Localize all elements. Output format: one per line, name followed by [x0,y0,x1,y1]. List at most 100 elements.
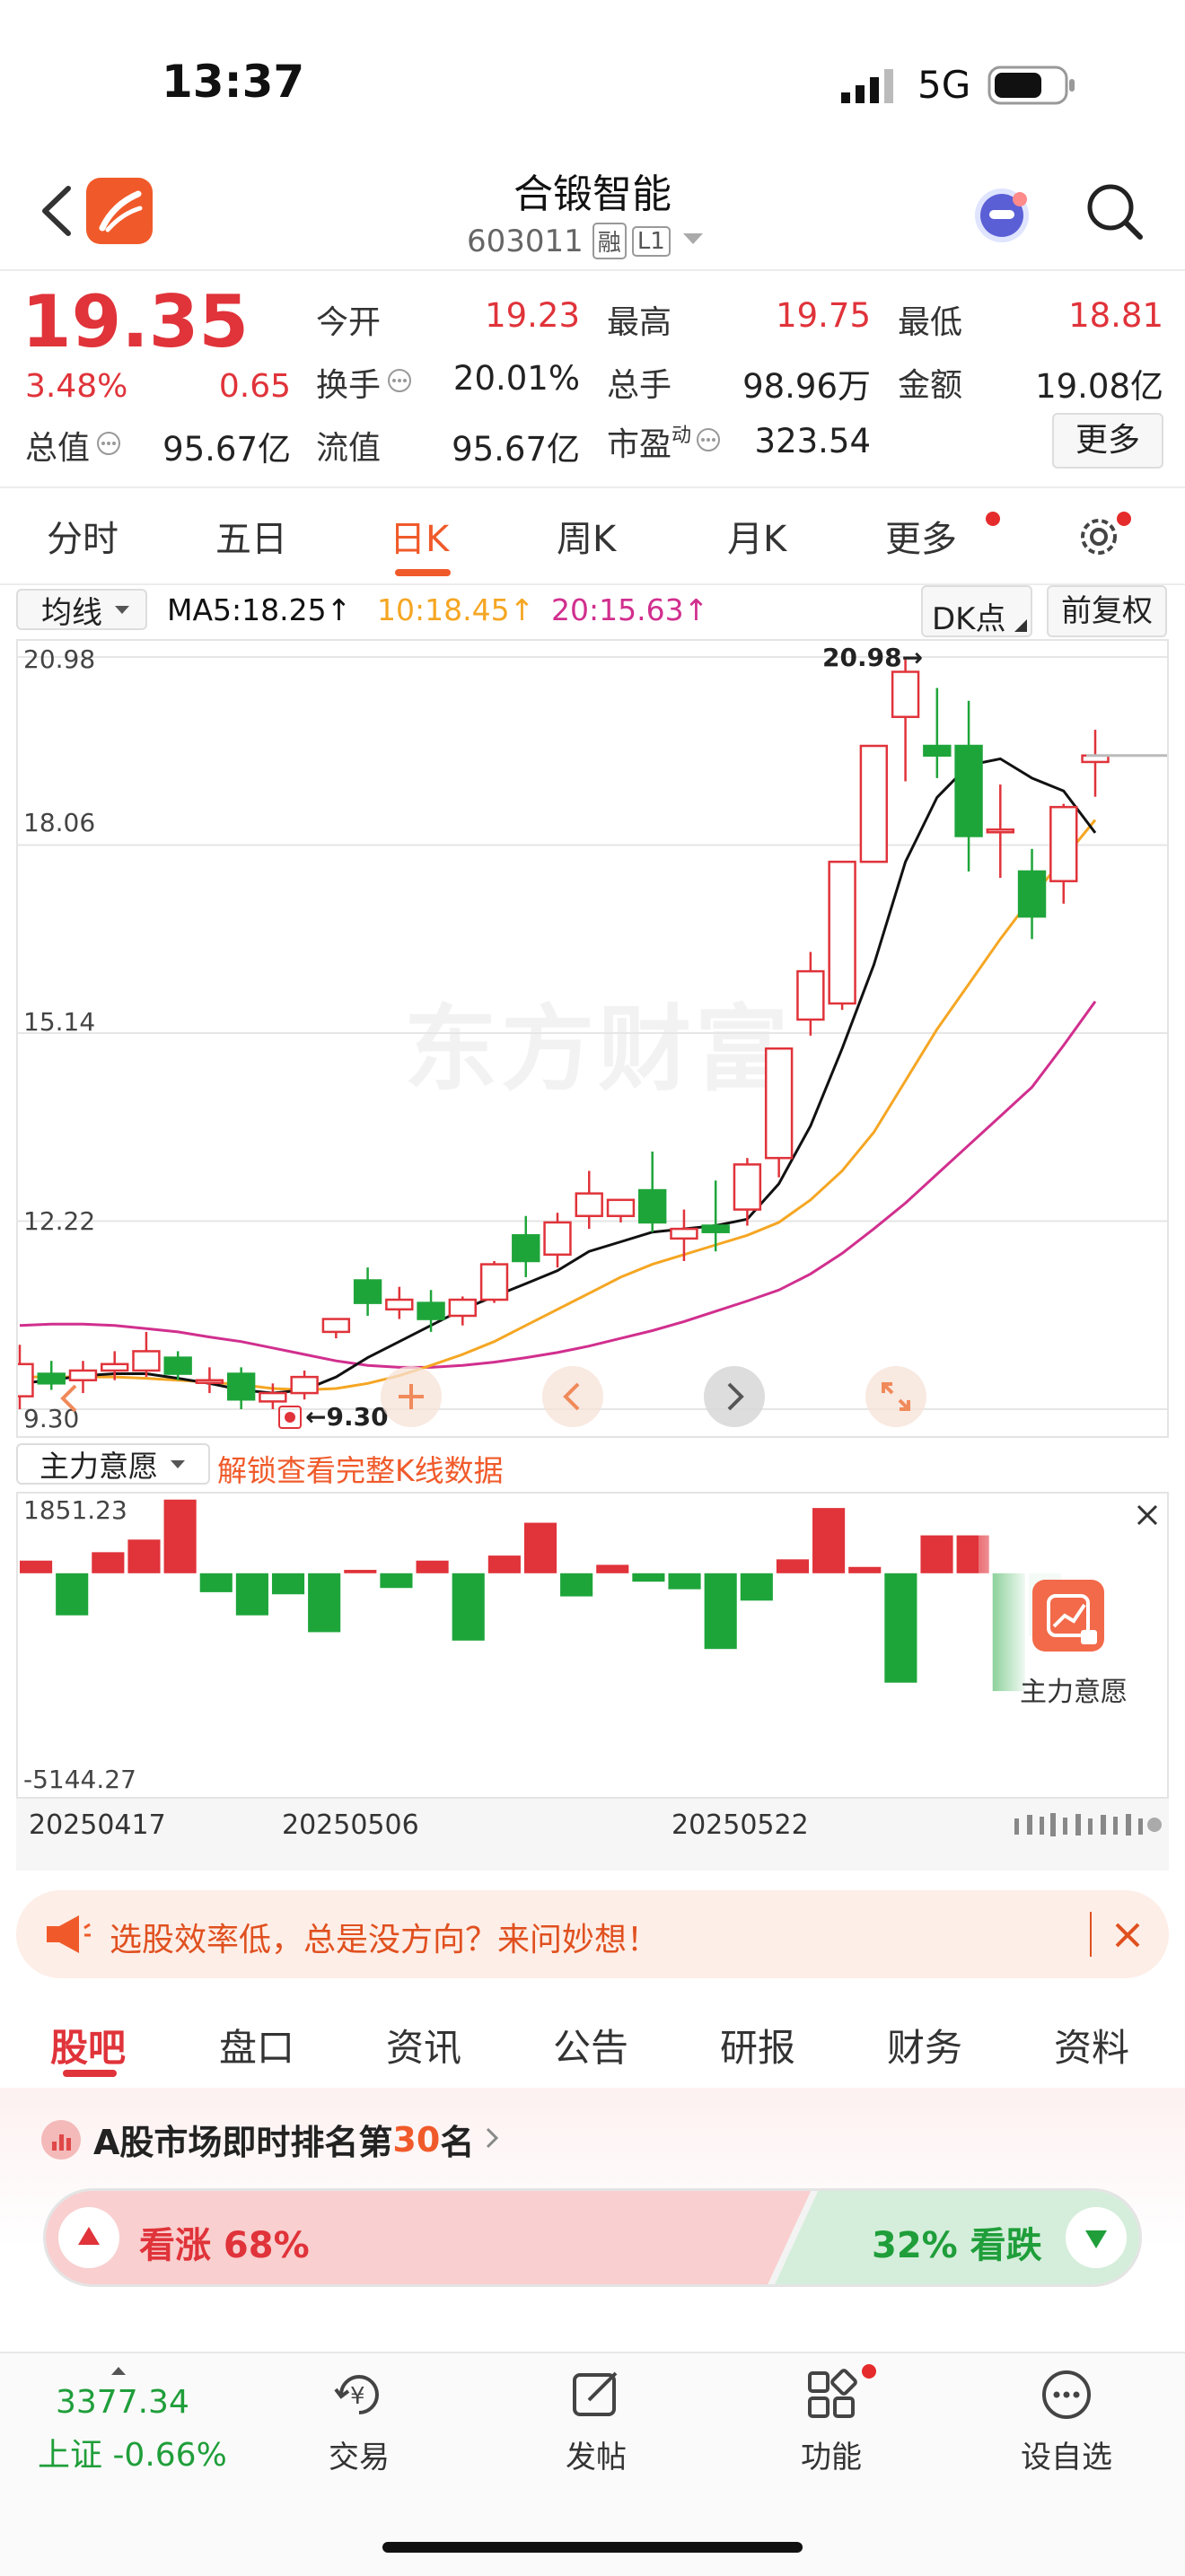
promo-text: 选股效率低，总是没方向？来问妙想！ [110,1922,660,1958]
stat-pe: 市盈 动 [607,418,722,465]
candle-up [1049,805,1078,882]
nav-post[interactable]: 发帖 [542,2432,650,2476]
candle-up [448,1298,477,1318]
bullish-button[interactable] [58,2207,119,2268]
date-axis: 20250417 20250506 20250522 [16,1799,1169,1871]
outflow-bar [704,1573,737,1650]
date-label-2: 20250506 [282,1809,419,1841]
stat-high-value: 19.75 [776,296,871,335]
stat-open-value: 19.23 [485,296,580,335]
stat-low-value: 18.81 [1068,296,1163,335]
ma-select[interactable]: 均线 [16,589,147,631]
stat-open-label: 今开 [316,304,382,341]
robot-avatar-icon[interactable] [966,180,1038,251]
info-icon[interactable] [95,430,122,460]
tab-weekly-k[interactable]: 周K [557,510,616,562]
post-icon[interactable] [567,2366,625,2427]
scroll-left-button[interactable] [542,1366,603,1427]
tab-research[interactable]: 研报 [720,2018,795,2072]
promo-banner[interactable]: 选股效率低，总是没方向？来问妙想！ [16,1890,1169,1978]
tab-more[interactable]: 更多 [885,510,957,562]
ma10-label: 10:18.45↑ [377,592,535,627]
ma10-line [20,819,1097,1392]
search-icon[interactable] [1083,180,1146,242]
kline-svg [18,656,1167,1410]
unlock-kline-link[interactable]: 解锁查看完整K线数据 [217,1447,504,1490]
candle-up [986,828,1014,834]
tab-five-day[interactable]: 五日 [215,510,287,562]
adjust-button[interactable]: 前复权 [1047,585,1167,637]
change-pct: 3.48% [25,368,128,405]
high-annotation: 20.98→ [822,643,924,672]
add-watchlist-icon[interactable] [1038,2366,1095,2427]
more-stats-button[interactable]: 更多 [1052,413,1163,469]
chevron-right-icon [485,2125,499,2154]
scroll-far-left-button[interactable] [50,1373,86,1424]
index-up-arrow-icon [111,2362,126,2379]
tab-news[interactable]: 资讯 [386,2018,461,2072]
candle-up [670,1227,698,1240]
candle-up [479,1263,509,1301]
timeline-scrubber-icon[interactable] [1013,1813,1165,1842]
dk-point-button[interactable]: DK点 [921,585,1032,637]
nav-functions[interactable]: 功能 [777,2432,885,2476]
inflow-bar [812,1508,846,1573]
functions-icon[interactable] [803,2366,860,2427]
index-label[interactable]: 上证 -0.66% [38,2429,227,2475]
bearish-button[interactable] [1066,2207,1127,2268]
outflow-bar [271,1573,305,1595]
current-price: 19.35 [22,280,250,364]
inflow-bar [344,1570,377,1573]
tab-announcements[interactable]: 公告 [553,2018,628,2072]
nav-trade[interactable]: 交易 [305,2432,413,2476]
inflow-bar [596,1564,629,1573]
tab-active-indicator [395,569,451,576]
inflow-bar [776,1559,810,1573]
candle-up [828,860,856,1005]
inflow-bar [127,1539,161,1573]
tab-pankou[interactable]: 盘口 [219,2018,294,2072]
ranking-number: 30 [392,2119,441,2160]
ranking-row[interactable]: A股市场即时排名第 30 名 [41,2115,499,2164]
candle-up [796,969,825,1021]
bottom-nav: 3377.34 上证 -0.66% ¥ 交易 发帖 功能 设自选 [0,2352,1185,2576]
scroll-right-button[interactable] [704,1366,765,1427]
stat-float-value: 95.67亿 [452,430,580,469]
zoom-in-button[interactable] [381,1366,442,1427]
stat-low-label: 最低 [898,304,963,341]
nav-add-watchlist[interactable]: 设自选 [1004,2432,1129,2476]
status-time: 13:37 [162,56,305,108]
candle-up [259,1391,287,1403]
candle-up [321,1318,351,1334]
tab-guba[interactable]: 股吧 [50,2018,126,2072]
tab-finance[interactable]: 财务 [887,2018,962,2072]
index-value[interactable]: 3377.34 [56,2384,189,2421]
tab-intraday[interactable]: 分时 [47,510,118,562]
inflow-bar [523,1522,557,1573]
stat-float-label: 流值 [316,430,382,467]
sub-indicator-select[interactable]: 主力意愿 [16,1443,210,1485]
stock-code-row: 603011 融 L1 [467,223,703,259]
inflow-bar [920,1535,953,1573]
info-icon[interactable] [386,367,413,398]
stat-total-value: 总值 [25,422,122,469]
kline-chart[interactable]: 东方财富 20.98 18.06 15.14 12.22 9.30 20.98→… [16,639,1169,1438]
promo-close-icon[interactable] [1110,1917,1146,1957]
outflow-bar [740,1573,773,1601]
fullscreen-button[interactable] [865,1366,926,1427]
outflow-bar [560,1573,593,1597]
close-icon[interactable] [1129,1497,1165,1533]
candle-down [226,1372,256,1401]
tab-monthly-k[interactable]: 月K [727,510,786,562]
tab-daily-k[interactable]: 日K [390,510,449,562]
bullish-label: 看涨 68% [139,2225,310,2266]
trade-icon[interactable]: ¥ [330,2366,388,2427]
inflow-bar [20,1560,53,1573]
sub-axis-bottom: -5144.27 [23,1765,136,1794]
stat-amount-label: 金额 [898,367,963,404]
tab-profile[interactable]: 资料 [1054,2018,1129,2072]
lock-card[interactable]: 主力意愿 [979,1494,1167,1795]
chevron-down-icon[interactable] [682,232,703,250]
candle-down [1017,870,1047,918]
sub-chart: 1851.23 -5144.27 主力意愿 [16,1492,1169,1799]
